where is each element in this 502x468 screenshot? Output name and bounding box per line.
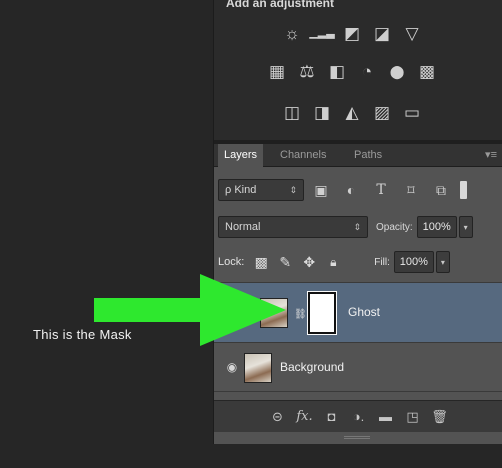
color-lookup-icon[interactable]: ▩ — [416, 60, 438, 82]
filter-toggle-switch[interactable] — [460, 181, 467, 199]
new-layer-icon[interactable]: ◳ — [403, 407, 423, 427]
layers-panel: Add an adjustment ☼ ▁▂▃ ◩ ◪ ▽ ▦ ⚖ ◧ ◔ ⬤ … — [213, 0, 502, 444]
filter-row: ρ Kind ⇕ ▣ ◐ T ⌑ ⧉ — [218, 178, 494, 202]
fill-dropdown-icon[interactable]: ▾ — [435, 251, 450, 273]
document-canvas — [0, 0, 213, 468]
blend-row: Normal ⇕ Opacity: 100% ▾ — [218, 215, 499, 239]
panel-menu-icon[interactable]: ▾≡ — [485, 148, 497, 161]
channel-mixer-icon[interactable]: ⬤ — [386, 60, 408, 82]
kind-filter-arrows-icon: ⇕ — [289, 184, 297, 195]
threshold-icon[interactable]: ◭ — [341, 101, 363, 123]
curves-icon[interactable]: ◩ — [341, 22, 363, 44]
adjustment-filter-icon[interactable]: ◐ — [338, 179, 364, 201]
panel-resize-grip[interactable] — [344, 436, 370, 439]
fill-label: Fill: — [374, 256, 390, 268]
background-layer-thumbnail — [244, 353, 272, 383]
opacity-input[interactable]: 100% — [416, 216, 457, 238]
lock-label: Lock: — [218, 256, 245, 268]
adjustments-row-1: ☼ ▁▂▃ ◩ ◪ ▽ — [214, 22, 490, 44]
tab-layers[interactable]: Layers — [218, 144, 264, 167]
shape-filter-icon[interactable]: ⌑ — [398, 179, 424, 201]
lock-all-icon[interactable]: 🔒︎ — [322, 251, 344, 273]
add-mask-icon[interactable]: ◘ — [322, 407, 342, 427]
fx-icon[interactable]: fx. — [295, 407, 315, 427]
selective-color-icon[interactable]: ▭ — [401, 101, 423, 123]
blend-mode-select[interactable]: Normal ⇕ — [218, 216, 368, 238]
panel-tabs: Layers Channels Paths ▾≡ — [214, 144, 502, 167]
lock-transparent-icon[interactable]: ▩ — [250, 251, 272, 273]
blend-mode-arrows-icon: ⇕ — [353, 221, 361, 232]
color-balance-icon[interactable]: ⚖ — [296, 60, 318, 82]
smart-object-filter-icon[interactable]: ⧉ — [428, 179, 454, 201]
layers-footer: ⊝ fx. ◘ ◑. ▬ ◳ 🗑︎ — [214, 400, 502, 432]
type-filter-icon[interactable]: T — [368, 179, 394, 201]
lock-position-icon[interactable]: ✥ — [298, 251, 320, 273]
tab-channels[interactable]: Channels — [274, 144, 332, 167]
visibility-eye-icon[interactable]: ◉ — [223, 360, 241, 374]
kind-filter-select[interactable]: ρ Kind ⇕ — [218, 179, 304, 201]
layer-name-background[interactable]: Background — [280, 360, 344, 374]
brightness-contrast-icon[interactable]: ☼ — [281, 22, 303, 44]
photo-filter-icon[interactable]: ◔ — [356, 60, 378, 82]
lock-pixels-icon[interactable]: ✎ — [274, 251, 296, 273]
pixel-filter-icon[interactable]: ▣ — [308, 179, 334, 201]
layer-row-background[interactable]: ◉ Background — [214, 342, 502, 392]
adjustments-row-2: ▦ ⚖ ◧ ◔ ⬤ ▩ — [214, 60, 490, 82]
invert-icon[interactable]: ◫ — [281, 101, 303, 123]
layer-mask-thumbnail[interactable] — [307, 291, 337, 335]
trash-icon[interactable]: 🗑︎ — [430, 407, 450, 427]
adjustment-layer-icon[interactable]: ◑. — [349, 407, 369, 427]
black-white-icon[interactable]: ◧ — [326, 60, 348, 82]
green-arrow-annotation — [94, 274, 286, 346]
levels-icon[interactable]: ▁▂▃ — [309, 22, 334, 44]
bottom-strip — [213, 444, 502, 468]
exposure-icon[interactable]: ◪ — [371, 22, 393, 44]
kind-filter-label: ρ Kind — [225, 184, 257, 196]
arrow-shape — [94, 274, 286, 346]
hue-saturation-icon[interactable]: ▦ — [266, 60, 288, 82]
fill-input[interactable]: 100% — [393, 251, 434, 273]
vibrance-icon[interactable]: ▽ — [401, 22, 423, 44]
lock-row: Lock: ▩ ✎ ✥ 🔒︎ Fill: 100% ▾ — [218, 250, 499, 274]
mask-link-icon[interactable]: ⛓ — [294, 309, 307, 320]
opacity-dropdown-icon[interactable]: ▾ — [458, 216, 473, 238]
link-layers-icon[interactable]: ⊝ — [268, 407, 288, 427]
layer-name-ghost[interactable]: Ghost — [348, 305, 380, 319]
tab-paths[interactable]: Paths — [348, 144, 388, 167]
gradient-map-icon[interactable]: ▨ — [371, 101, 393, 123]
group-folder-icon[interactable]: ▬ — [376, 407, 396, 427]
adjustments-row-3: ◫ ◨ ◭ ▨ ▭ — [214, 101, 490, 123]
opacity-label: Opacity: — [376, 221, 413, 233]
blend-mode-value: Normal — [225, 221, 261, 233]
posterize-icon[interactable]: ◨ — [311, 101, 333, 123]
adjustments-title: Add an adjustment — [226, 0, 335, 10]
